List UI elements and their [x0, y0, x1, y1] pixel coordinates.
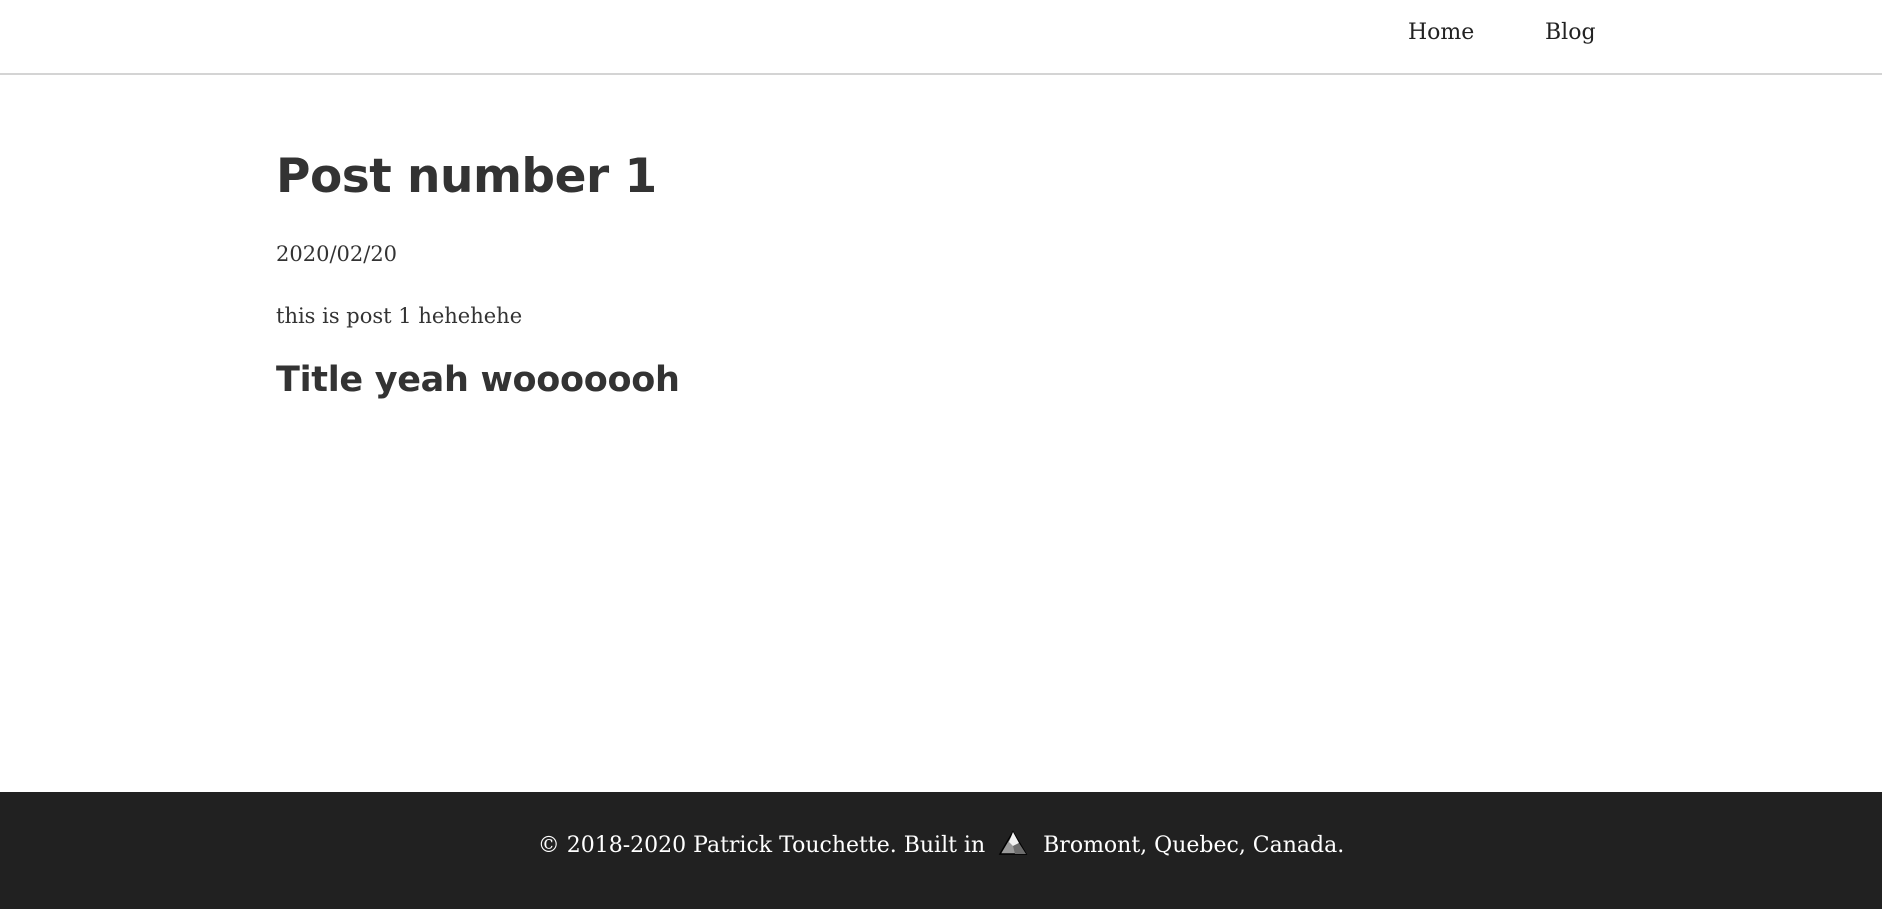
post-date: 2020/02/20 — [276, 242, 398, 266]
nav-link-home[interactable]: Home — [1408, 22, 1474, 44]
top-navigation: Home Blog — [0, 0, 1882, 75]
footer-location: Bromont, Quebec, Canada. — [1043, 833, 1345, 858]
footer-copyright: © 2018-2020 Patrick Touchette. Built in — [537, 833, 986, 858]
mountain-icon — [998, 830, 1028, 856]
blog-post: Post number 1 2020/02/20 this is post 1 … — [276, 149, 1606, 400]
footer-credits: © 2018-2020 Patrick Touchette. Built in … — [0, 830, 1882, 858]
nav-link-blog[interactable]: Blog — [1545, 22, 1596, 44]
post-subtitle: Title yeah wooooooh — [276, 360, 680, 400]
post-title: Post number 1 — [276, 149, 657, 204]
post-body: this is post 1 hehehehe — [276, 304, 523, 328]
site-footer: © 2018-2020 Patrick Touchette. Built in … — [0, 792, 1882, 909]
